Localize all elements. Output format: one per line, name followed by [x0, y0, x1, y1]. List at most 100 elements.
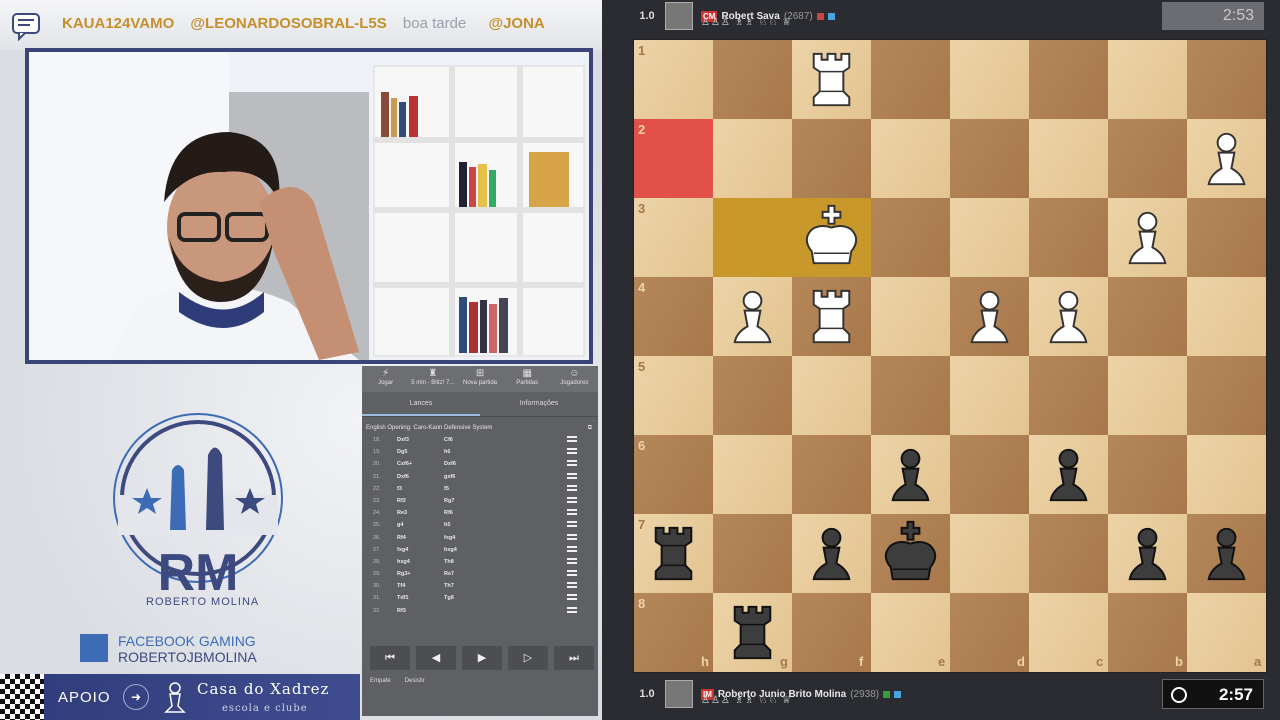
black-rook-icon[interactable]	[634, 514, 713, 593]
next-move-button[interactable]: ▷	[508, 646, 548, 670]
move-row[interactable]: 29. Rg3+ Re7	[362, 568, 598, 580]
square-b1[interactable]	[1108, 40, 1187, 119]
square-d5[interactable]	[950, 356, 1029, 435]
white-move[interactable]: g4	[397, 522, 403, 528]
square-d1[interactable]	[950, 40, 1029, 119]
square-g2[interactable]	[713, 119, 792, 198]
black-move[interactable]: Th8	[444, 559, 454, 565]
chess-board[interactable]: 12345678hgfedcba	[633, 39, 1267, 673]
white-move[interactable]: Rf2	[397, 498, 406, 504]
black-rook-icon[interactable]	[713, 593, 792, 672]
move-row[interactable]: 18. Dxf3 Cf6	[362, 434, 598, 446]
square-b2[interactable]	[1108, 119, 1187, 198]
square-d2[interactable]	[950, 119, 1029, 198]
resign-button[interactable]: Desistir	[405, 678, 425, 684]
square-b4[interactable]	[1108, 277, 1187, 356]
white-rook-icon[interactable]	[792, 277, 871, 356]
square-b5[interactable]	[1108, 356, 1187, 435]
square-b6[interactable]	[1108, 435, 1187, 514]
square-a5[interactable]	[1187, 356, 1266, 435]
black-move[interactable]: Rg7	[444, 498, 454, 504]
square-f6[interactable]	[792, 435, 871, 514]
white-rook-icon[interactable]	[792, 40, 871, 119]
square-f5[interactable]	[792, 356, 871, 435]
white-move[interactable]: Rf3	[397, 608, 406, 614]
square-c2[interactable]	[1029, 119, 1108, 198]
square-d3[interactable]	[950, 198, 1029, 277]
square-h4[interactable]	[634, 277, 713, 356]
white-move[interactable]: Rg3+	[397, 571, 411, 577]
move-row[interactable]: 20. Cxf6+ Dxf6	[362, 458, 598, 470]
square-a4[interactable]	[1187, 277, 1266, 356]
square-h3[interactable]	[634, 198, 713, 277]
tab-information[interactable]: Informações	[480, 392, 598, 416]
move-row[interactable]: 27. fxg4 hxg4	[362, 544, 598, 556]
tab-new-game[interactable]: ⊞ Nova partida	[456, 366, 503, 392]
square-g7[interactable]	[713, 514, 792, 593]
move-row[interactable]: 24. Re3 Rf6	[362, 507, 598, 519]
white-king-icon[interactable]	[792, 198, 871, 277]
prev-move-button[interactable]: ◀	[416, 646, 456, 670]
black-pawn-icon[interactable]	[1187, 514, 1266, 593]
black-move[interactable]: fxg4	[444, 535, 455, 541]
black-move[interactable]: Dxf6	[444, 461, 456, 467]
square-h5[interactable]	[634, 356, 713, 435]
move-row[interactable]: 21. Dxf6 gxf6	[362, 471, 598, 483]
black-move[interactable]: Tg8	[444, 595, 454, 601]
copy-icon[interactable]: ⧉	[588, 425, 592, 432]
white-move[interactable]: fxg4	[397, 547, 408, 553]
white-move[interactable]: Dxf3	[397, 437, 409, 443]
square-e4[interactable]	[871, 277, 950, 356]
square-d7[interactable]	[950, 514, 1029, 593]
square-g1[interactable]	[713, 40, 792, 119]
white-move[interactable]: Dxf6	[397, 474, 409, 480]
square-g5[interactable]	[713, 356, 792, 435]
move-row[interactable]: 19. Dg5 h6	[362, 446, 598, 458]
white-move[interactable]: hxg4	[397, 559, 410, 565]
square-c5[interactable]	[1029, 356, 1108, 435]
square-h1[interactable]	[634, 40, 713, 119]
square-g3[interactable]	[713, 198, 792, 277]
white-move[interactable]: f3	[397, 486, 402, 492]
square-c1[interactable]	[1029, 40, 1108, 119]
black-move[interactable]: h5	[444, 522, 450, 528]
square-e3[interactable]	[871, 198, 950, 277]
square-h2[interactable]	[634, 119, 713, 198]
move-row[interactable]: 30. Tf4 Th7	[362, 580, 598, 592]
white-move[interactable]: Tf4	[397, 583, 405, 589]
move-row[interactable]: 23. Rf2 Rg7	[362, 495, 598, 507]
square-a1[interactable]	[1187, 40, 1266, 119]
move-row[interactable]: 32. Rf3	[362, 605, 598, 617]
move-row[interactable]: 31. Tdf1 Tg8	[362, 592, 598, 604]
black-move[interactable]: gxf6	[444, 474, 455, 480]
white-pawn-icon[interactable]	[713, 277, 792, 356]
square-f2[interactable]	[792, 119, 871, 198]
square-h6[interactable]	[634, 435, 713, 514]
tab-game-mode[interactable]: ♜ 5 min - Blitz! 7...	[409, 366, 456, 392]
black-move[interactable]: Re7	[444, 571, 454, 577]
move-row[interactable]: 25. g4 h5	[362, 519, 598, 531]
move-row[interactable]: 22. f3 f5	[362, 483, 598, 495]
white-pawn-icon[interactable]	[1187, 119, 1266, 198]
last-move-button[interactable]: ⏭	[554, 646, 594, 670]
black-move[interactable]: Rf6	[444, 510, 453, 516]
white-move[interactable]: Tdf1	[397, 595, 409, 601]
square-e1[interactable]	[871, 40, 950, 119]
tab-games[interactable]: ▦ Partidas	[504, 366, 551, 392]
black-pawn-icon[interactable]	[871, 435, 950, 514]
move-row[interactable]: 26. Rf4 fxg4	[362, 532, 598, 544]
tab-players[interactable]: ☺ Jogadores	[551, 366, 598, 392]
black-move[interactable]: Cf6	[444, 437, 453, 443]
square-e2[interactable]	[871, 119, 950, 198]
black-pawn-icon[interactable]	[792, 514, 871, 593]
black-move[interactable]: hxg4	[444, 547, 457, 553]
square-c7[interactable]	[1029, 514, 1108, 593]
square-a6[interactable]	[1187, 435, 1266, 514]
first-move-button[interactable]: ⏮	[370, 646, 410, 670]
draw-button[interactable]: Empate	[370, 678, 391, 684]
white-move[interactable]: Rf4	[397, 535, 406, 541]
white-move[interactable]: Dg5	[397, 449, 407, 455]
black-pawn-icon[interactable]	[1029, 435, 1108, 514]
black-move[interactable]: f5	[444, 486, 449, 492]
white-move[interactable]: Cxf6+	[397, 461, 412, 467]
